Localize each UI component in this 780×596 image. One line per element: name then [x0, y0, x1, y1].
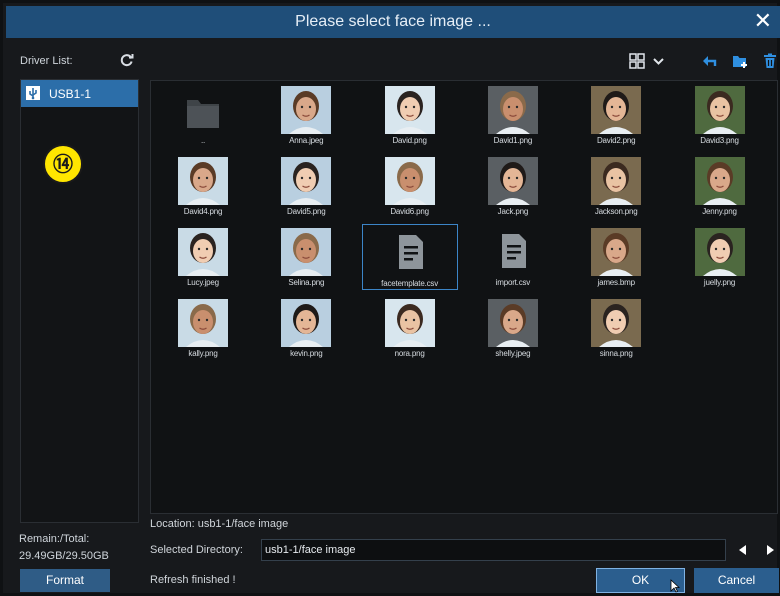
face-thumbnail-icon: [178, 299, 228, 347]
file-name-label: David1.png: [493, 136, 533, 145]
selected-directory-input[interactable]: usb1-1/face image: [261, 539, 726, 561]
file-tile[interactable]: shelly.jpeg: [465, 295, 561, 361]
file-name-label: Lucy.jpeg: [187, 278, 219, 287]
file-tile[interactable]: David1.png: [465, 82, 561, 148]
refresh-icon[interactable]: [120, 53, 134, 67]
file-name-label: nora.png: [394, 349, 425, 358]
face-thumbnail-icon: [591, 228, 642, 276]
file-name-label: ..: [200, 136, 206, 145]
file-name-label: import.csv: [495, 278, 531, 287]
file-name-label: Jenny.png: [702, 207, 737, 216]
file-tile[interactable]: sinna.png: [568, 295, 664, 361]
file-tile[interactable]: Selina.png: [258, 224, 354, 290]
face-thumbnail-icon: [487, 86, 538, 134]
location-text: Location: usb1-1/face image: [150, 518, 289, 530]
file-name-label: kevin.png: [290, 349, 323, 358]
face-thumbnail-icon: [487, 299, 538, 347]
close-icon[interactable]: ✕: [754, 9, 772, 33]
file-tile[interactable]: Jackson.png: [568, 153, 664, 219]
face-thumbnail-icon: [487, 157, 538, 205]
file-tile[interactable]: David2.png: [568, 82, 664, 148]
face-thumbnail-icon: [281, 157, 332, 205]
next-page-icon[interactable]: [763, 543, 777, 557]
file-name-label: David4.png: [183, 207, 223, 216]
dialog-title: Please select face image ...: [295, 13, 491, 30]
annotation-badge: ⑭: [43, 144, 83, 184]
file-tile[interactable]: Anna.jpeg: [258, 82, 354, 148]
file-tile[interactable]: David3.png: [672, 82, 768, 148]
face-thumbnail-icon: [694, 86, 745, 134]
file-name-label: kally.png: [188, 349, 218, 358]
file-name-label: Jack.png: [497, 207, 529, 216]
remain-value: 29.49GB/29.50GB: [19, 550, 109, 562]
file-name-label: David.png: [392, 136, 427, 145]
cancel-button[interactable]: Cancel: [694, 568, 779, 593]
face-thumbnail-icon: [384, 86, 435, 134]
file-name-label: james.bmp: [597, 278, 636, 287]
folder-icon: [178, 86, 228, 134]
status-text: Refresh finished !: [150, 574, 236, 586]
delete-icon[interactable]: [763, 53, 777, 69]
new-folder-icon[interactable]: [732, 53, 749, 69]
file-name-label: Jackson.png: [594, 207, 638, 216]
drive-item-usb1-1[interactable]: USB1-1: [21, 80, 138, 107]
file-tile[interactable]: import.csv: [465, 224, 561, 290]
file-name-label: David2.png: [596, 136, 636, 145]
file-name-label: David3.png: [700, 136, 739, 145]
back-icon[interactable]: [702, 53, 718, 69]
face-thumbnail-icon: [178, 157, 228, 205]
file-tile[interactable]: nora.png: [362, 295, 458, 361]
file-name-label: facetemplate.csv: [381, 279, 438, 288]
drive-label: USB1-1: [49, 87, 92, 101]
chevron-down-icon[interactable]: [652, 53, 665, 69]
file-tile[interactable]: Jenny.png: [672, 153, 768, 219]
folder-tile[interactable]: ..: [155, 82, 251, 148]
face-thumbnail-icon: [281, 299, 332, 347]
face-thumbnail-icon: [281, 86, 332, 134]
file-name-label: Anna.jpeg: [289, 136, 324, 145]
file-tile[interactable]: David4.png: [155, 153, 251, 219]
prev-page-icon[interactable]: [736, 543, 750, 557]
file-tile[interactable]: Jack.png: [465, 153, 561, 219]
face-thumbnail-icon: [591, 299, 642, 347]
face-thumbnail-icon: [178, 228, 228, 276]
usb-icon: [26, 86, 40, 100]
face-thumbnail-icon: [384, 157, 435, 205]
mouse-cursor-icon: [670, 579, 680, 593]
csv-file-icon: [385, 229, 435, 277]
file-tile[interactable]: juelly.png: [672, 224, 768, 290]
file-tile[interactable]: facetemplate.csv: [361, 224, 458, 290]
file-tile[interactable]: David.png: [362, 82, 458, 148]
view-grid-icon[interactable]: [629, 53, 645, 69]
face-thumbnail-icon: [384, 299, 435, 347]
csv-file-icon: [488, 228, 538, 276]
format-button[interactable]: Format: [20, 569, 110, 592]
file-tile[interactable]: David5.png: [258, 153, 354, 219]
face-thumbnail-icon: [281, 228, 332, 276]
file-name-label: Selina.png: [288, 278, 325, 287]
file-grid: .. Anna.jpeg David.png David1.png David2.png…: [150, 80, 778, 514]
file-dialog: Please select face image ... ✕ Driver Li…: [0, 0, 780, 596]
file-name-label: David5.png: [287, 207, 326, 216]
face-thumbnail-icon: [694, 157, 745, 205]
title-bar: Please select face image ... ✕: [6, 6, 780, 38]
file-tile[interactable]: kevin.png: [258, 295, 354, 361]
face-thumbnail-icon: [591, 157, 642, 205]
face-thumbnail-icon: [694, 228, 745, 276]
file-tile[interactable]: james.bmp: [568, 224, 664, 290]
file-tile[interactable]: Lucy.jpeg: [155, 224, 251, 290]
file-tile[interactable]: David6.png: [362, 153, 458, 219]
file-name-label: David6.png: [390, 207, 429, 216]
file-name-label: shelly.jpeg: [495, 349, 531, 358]
remain-label: Remain:/Total:: [19, 533, 90, 545]
driver-list: USB1-1: [20, 79, 139, 523]
file-name-label: sinna.png: [599, 349, 633, 358]
file-name-label: juelly.png: [703, 278, 736, 287]
driver-list-label: Driver List:: [20, 55, 73, 67]
face-thumbnail-icon: [591, 86, 642, 134]
selected-directory-label: Selected Directory:: [150, 544, 243, 556]
file-tile[interactable]: kally.png: [155, 295, 251, 361]
